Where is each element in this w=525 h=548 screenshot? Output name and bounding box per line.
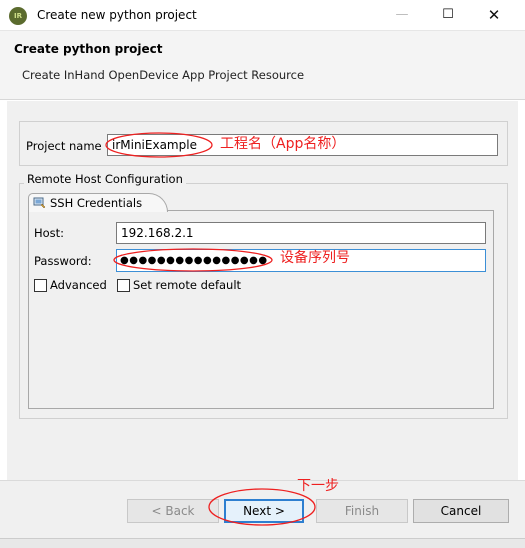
annotation-password: 设备序列号 — [280, 250, 350, 266]
annotation-project-name: 工程名（App名称） — [220, 136, 346, 152]
annotation-ellipse-project-name — [105, 132, 213, 158]
annotation-marks — [105, 132, 316, 526]
annotation-ellipse-password — [113, 248, 273, 272]
annotation-next: 下一步 — [297, 478, 339, 494]
